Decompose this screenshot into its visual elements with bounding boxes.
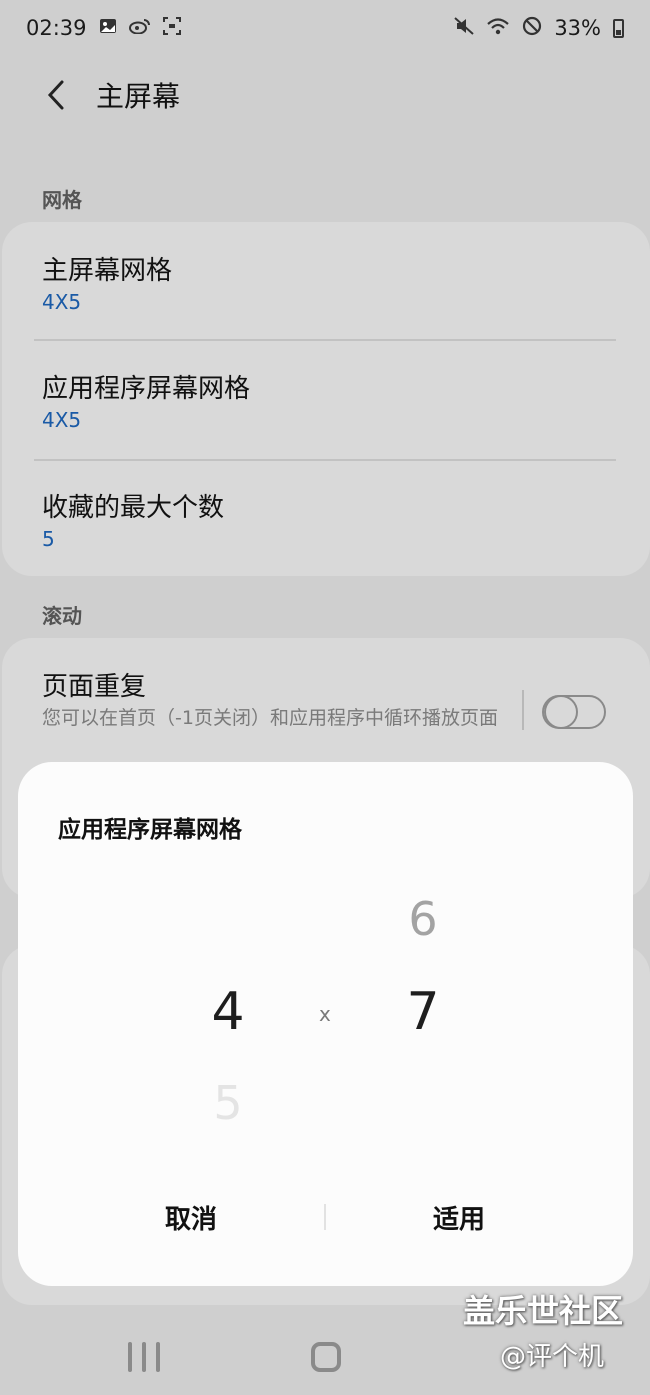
picker-separator: x	[319, 1002, 331, 1026]
status-bar: 02:39 33%	[0, 0, 650, 56]
wifi-icon	[486, 17, 510, 39]
recent-apps-button[interactable]	[128, 1342, 160, 1372]
mute-icon	[454, 17, 474, 39]
watermark-sub: @评个机	[500, 1342, 605, 1372]
page-title: 主屏幕	[96, 80, 181, 113]
setting-title: 页面重复	[42, 672, 147, 702]
page-loop-toggle[interactable]	[542, 695, 606, 729]
dnd-icon	[522, 16, 542, 40]
chevron-left-icon	[47, 80, 64, 110]
grid-picker-dialog: 应用程序屏幕网格 4 5 x 6 7 取消 适用	[18, 762, 633, 1286]
row-picker-selected[interactable]: 7	[383, 982, 463, 1042]
status-left: 02:39	[26, 16, 181, 40]
cancel-button[interactable]: 取消	[66, 1182, 316, 1252]
row-picker-prev[interactable]: 6	[383, 892, 463, 946]
setting-description: 您可以在首页（-1页关闭）和应用程序中循环播放页面	[42, 707, 498, 729]
status-right: 33%	[454, 16, 624, 40]
dialog-title: 应用程序屏幕网格	[58, 817, 242, 843]
setting-apps-grid[interactable]: 应用程序屏幕网格 4X5	[2, 341, 650, 459]
battery-percent: 33%	[554, 16, 601, 40]
back-button[interactable]	[26, 65, 86, 125]
setting-title: 应用程序屏幕网格	[42, 374, 251, 404]
screenshot-icon	[162, 17, 181, 39]
setting-value: 5	[42, 527, 55, 551]
apply-button[interactable]: 适用	[334, 1182, 584, 1252]
watermark-main: 盖乐世社区	[463, 1292, 624, 1330]
battery-icon	[613, 18, 624, 38]
toggle-separator	[522, 690, 524, 730]
weibo-icon	[128, 18, 151, 38]
column-picker-selected[interactable]: 4	[188, 982, 268, 1042]
setting-value: 4X5	[42, 408, 82, 432]
setting-max-favorites[interactable]: 收藏的最大个数 5	[2, 461, 650, 576]
gallery-icon	[99, 18, 117, 38]
setting-home-grid[interactable]: 主屏幕网格 4X5	[2, 222, 650, 340]
grid-settings-card: 主屏幕网格 4X5 应用程序屏幕网格 4X5 收藏的最大个数 5	[2, 222, 650, 576]
setting-title: 收藏的最大个数	[42, 493, 225, 523]
setting-title: 主屏幕网格	[42, 256, 173, 286]
button-divider	[324, 1204, 326, 1230]
app-header: 主屏幕	[0, 60, 650, 130]
column-picker-next[interactable]: 5	[188, 1076, 268, 1130]
setting-value: 4X5	[42, 290, 82, 314]
section-label-scroll: 滚动	[42, 604, 82, 628]
toggle-knob	[544, 695, 578, 729]
home-button[interactable]	[311, 1342, 341, 1372]
status-time: 02:39	[26, 16, 87, 40]
section-label-grid: 网格	[42, 188, 82, 212]
